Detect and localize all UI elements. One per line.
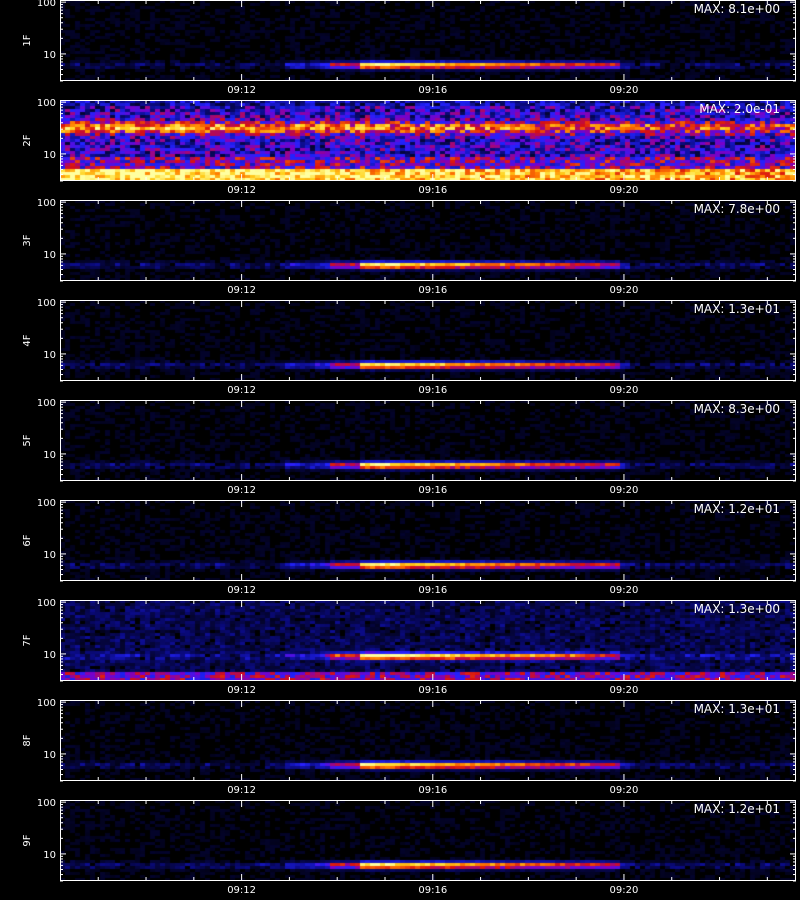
- x-tick-label: 09:16: [418, 285, 447, 296]
- spectrogram-stack: 10 100 09:12 09:16 09:20 1F MAX: 8.1e+00 10 100 0…: [22, 0, 796, 896]
- max-label: MAX: 1.2e+01: [694, 502, 780, 516]
- heatmap-image: [60, 300, 796, 381]
- x-tick-label: 09:20: [610, 485, 639, 496]
- heatmap-image: [60, 100, 796, 181]
- max-label: MAX: 1.3e+00: [694, 602, 780, 616]
- x-tick-label: 09:12: [227, 785, 256, 796]
- heatmap-image: [60, 0, 796, 81]
- panel-9f: 10 100 09:12 09:16 09:20 9F MAX: 1.2e+01: [22, 798, 796, 896]
- panel-label: 2F: [22, 134, 33, 146]
- x-tick-label: 09:16: [418, 685, 447, 696]
- panel-2f: 10 100 09:12 09:16 09:20 2F MAX: 2.0e-01: [22, 98, 796, 196]
- x-tick-label: 09:20: [610, 885, 639, 896]
- max-label: MAX: 8.3e+00: [694, 402, 780, 416]
- panel-8f: 10 100 09:12 09:16 09:20 8F MAX: 1.3e+01: [22, 698, 796, 796]
- max-label: MAX: 1.2e+01: [694, 802, 780, 816]
- x-tick-label: 09:16: [418, 385, 447, 396]
- y-tick-label: 100: [37, 298, 56, 309]
- x-tick-label: 09:16: [418, 485, 447, 496]
- panel-label: 7F: [22, 634, 33, 646]
- x-tick-label: 09:20: [610, 385, 639, 396]
- y-tick-label: 10: [43, 550, 56, 561]
- y-tick-label: 10: [43, 450, 56, 461]
- heatmap-image: [60, 500, 796, 581]
- x-tick-label: 09:20: [610, 185, 639, 196]
- x-tick-label: 09:12: [227, 185, 256, 196]
- x-tick-label: 09:12: [227, 485, 256, 496]
- max-label: MAX: 1.3e+01: [694, 702, 780, 716]
- y-tick-label: 10: [43, 150, 56, 161]
- x-tick-label: 09:16: [418, 785, 447, 796]
- y-tick-label: 100: [37, 498, 56, 509]
- y-tick-label: 10: [43, 650, 56, 661]
- x-tick-label: 09:12: [227, 885, 256, 896]
- y-tick-label: 10: [43, 50, 56, 61]
- x-tick-label: 09:16: [418, 185, 447, 196]
- heatmap-image: [60, 600, 796, 681]
- x-tick-label: 09:12: [227, 85, 256, 96]
- max-label: MAX: 7.8e+00: [694, 202, 780, 216]
- y-tick-label: 100: [37, 698, 56, 709]
- panel-3f: 10 100 09:12 09:16 09:20 3F MAX: 7.8e+00: [22, 198, 796, 296]
- panel-7f: 10 100 09:12 09:16 09:20 7F MAX: 1.3e+00: [22, 598, 796, 696]
- heatmap-image: [60, 400, 796, 481]
- x-tick-label: 09:12: [227, 285, 256, 296]
- x-tick-label: 09:20: [610, 585, 639, 596]
- x-tick-label: 09:12: [227, 685, 256, 696]
- x-tick-label: 09:16: [418, 85, 447, 96]
- y-tick-label: 10: [43, 350, 56, 361]
- y-tick-label: 100: [37, 98, 56, 109]
- y-tick-label: 100: [37, 798, 56, 809]
- panel-4f: 10 100 09:12 09:16 09:20 4F MAX: 1.3e+01: [22, 298, 796, 396]
- y-tick-label: 100: [37, 0, 56, 9]
- panel-6f: 10 100 09:12 09:16 09:20 6F MAX: 1.2e+01: [22, 498, 796, 596]
- panel-5f: 10 100 09:12 09:16 09:20 5F MAX: 8.3e+00: [22, 398, 796, 496]
- heatmap-image: [60, 800, 796, 881]
- x-tick-label: 09:12: [227, 385, 256, 396]
- max-label: MAX: 1.3e+01: [694, 302, 780, 316]
- y-tick-label: 100: [37, 598, 56, 609]
- panel-label: 6F: [22, 534, 33, 546]
- y-tick-label: 100: [37, 398, 56, 409]
- y-tick-label: 10: [43, 250, 56, 261]
- x-tick-label: 09:20: [610, 785, 639, 796]
- x-tick-label: 09:20: [610, 285, 639, 296]
- panel-label: 1F: [22, 34, 33, 46]
- max-label: MAX: 8.1e+00: [694, 2, 780, 16]
- panel-label: 8F: [22, 734, 33, 746]
- panel-label: 3F: [22, 234, 33, 246]
- x-tick-label: 09:20: [610, 685, 639, 696]
- panel-label: 9F: [22, 834, 33, 846]
- y-tick-label: 10: [43, 750, 56, 761]
- panel-label: 5F: [22, 434, 33, 446]
- y-tick-label: 100: [37, 198, 56, 209]
- x-tick-label: 09:16: [418, 585, 447, 596]
- x-tick-label: 09:16: [418, 885, 447, 896]
- panel-1f: 10 100 09:12 09:16 09:20 1F MAX: 8.1e+00: [22, 0, 796, 96]
- heatmap-image: [60, 200, 796, 281]
- heatmap-image: [60, 700, 796, 781]
- y-tick-label: 10: [43, 850, 56, 861]
- x-tick-label: 09:20: [610, 85, 639, 96]
- panel-label: 4F: [22, 334, 33, 346]
- x-tick-label: 09:12: [227, 585, 256, 596]
- max-label: MAX: 2.0e-01: [699, 102, 780, 116]
